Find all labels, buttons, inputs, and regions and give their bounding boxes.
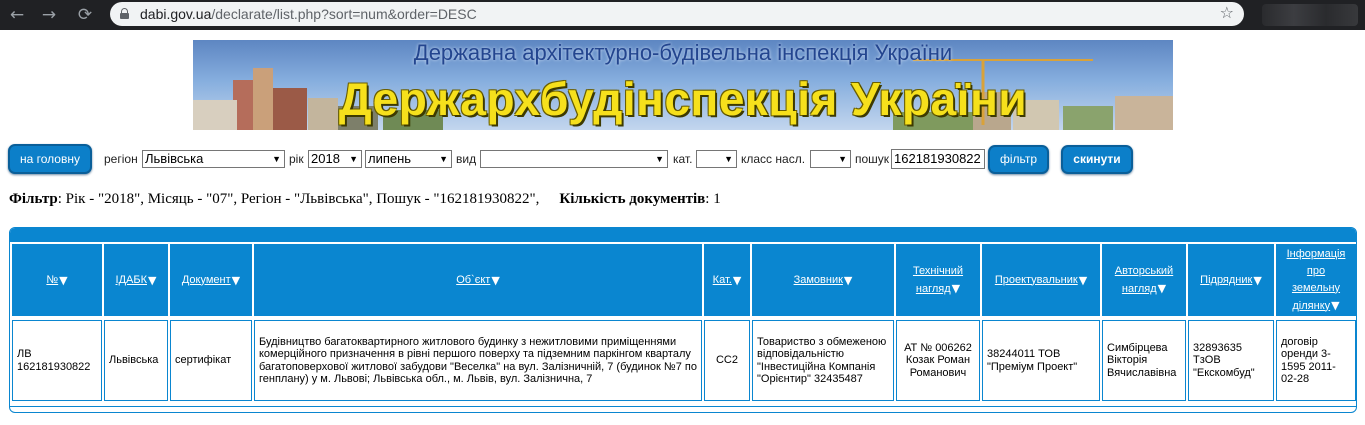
sort-arrow-icon: ▼ xyxy=(951,281,961,295)
sort-arrow-icon: ▼ xyxy=(231,273,241,287)
header-idabk[interactable]: ІДАБК ▼ xyxy=(104,244,168,316)
sort-arrow-icon: ▼ xyxy=(1157,281,1167,295)
count-title: Кількість документів xyxy=(559,191,706,207)
category-select[interactable]: ▼ xyxy=(696,150,737,168)
header-contractor[interactable]: Підрядник ▼ xyxy=(1188,244,1274,316)
year-label: рік xyxy=(289,152,304,166)
header-author-supervision[interactable]: Авторський нагляд▼ xyxy=(1102,244,1186,316)
filter-summary: Фільтр: Рік - "2018", Місяць - "07", Рег… xyxy=(9,191,721,208)
cell-contractor: 32893635 ТзОВ "Екскомбуд" xyxy=(1188,320,1274,401)
region-label: регіон xyxy=(104,152,138,166)
class-label: класс насл. xyxy=(741,152,806,166)
header-designer[interactable]: Проектувальник ▼ xyxy=(982,244,1100,316)
reload-icon[interactable]: ⟳ xyxy=(74,4,96,26)
back-icon[interactable]: ← xyxy=(6,4,28,26)
cell-category: СС2 xyxy=(704,320,750,401)
header-land-info[interactable]: Інформація про земельну ділянку▼ xyxy=(1276,244,1356,316)
header-number[interactable]: № ▼ xyxy=(12,244,102,316)
cell-land-info: договір оренди 3-1595 2011-02-28 xyxy=(1276,320,1356,401)
chevron-down-icon: ▼ xyxy=(349,154,358,164)
filter-text: : Рік - "2018", Місяць - "07", Регіон - … xyxy=(57,191,540,207)
forward-icon[interactable]: → xyxy=(38,4,60,26)
cell-number: ЛВ 162181930822 xyxy=(12,320,102,401)
chevron-down-icon: ▼ xyxy=(272,154,281,164)
banner-subtitle: Державна архітектурно-будівельна інспекц… xyxy=(413,40,953,65)
search-input[interactable]: 162181930822 xyxy=(891,149,985,169)
chevron-down-icon: ▼ xyxy=(838,154,847,164)
reset-button[interactable]: скинути xyxy=(1061,145,1133,174)
month-select[interactable]: липень ▼ xyxy=(365,150,452,168)
header-tech-supervision[interactable]: Технічний нагляд▼ xyxy=(896,244,980,316)
url-text[interactable]: dabi.gov.ua/declarate/list.php?sort=num&… xyxy=(140,6,477,22)
count-text: : 1 xyxy=(705,191,721,207)
extensions-area xyxy=(1262,4,1358,26)
region-select[interactable]: Львівська ▼ xyxy=(142,150,285,168)
category-label: кат. xyxy=(673,152,693,166)
sort-arrow-icon: ▼ xyxy=(732,273,742,287)
type-label: вид xyxy=(456,152,477,166)
sort-arrow-icon: ▼ xyxy=(1078,273,1088,287)
declarations-table: № ▼ ІДАБК ▼ Документ ▼ Об`єкт ▼ Кат. ▼ Замовн… xyxy=(9,227,1357,413)
lock-icon xyxy=(120,8,129,19)
cell-document: сертифікат xyxy=(170,320,252,401)
sort-arrow-icon: ▼ xyxy=(1331,298,1340,312)
cell-tech-supervision: АТ № 006262 Козак Роман Романович xyxy=(896,320,980,401)
header-object[interactable]: Об`єкт ▼ xyxy=(254,244,702,316)
browser-toolbar: ← → ⟳ dabi.gov.ua/declarate/list.php?sor… xyxy=(0,0,1365,30)
header-document[interactable]: Документ ▼ xyxy=(170,244,252,316)
class-select[interactable]: ▼ xyxy=(810,150,851,168)
type-select[interactable]: ▼ xyxy=(480,150,668,168)
filter-title: Фільтр xyxy=(9,191,58,207)
site-banner: Державна архітектурно-будівельна інспекц… xyxy=(193,40,1173,130)
home-button[interactable]: на головну xyxy=(8,144,92,174)
header-customer[interactable]: Замовник ▼ xyxy=(752,244,894,316)
cell-author-supervision: Симбірцева Вікторія Вячиславівна xyxy=(1102,320,1186,401)
cell-designer: 38244011 ТОВ "Преміум Проект" xyxy=(982,320,1100,401)
banner-title: Держархбудінспекція України xyxy=(338,73,1028,125)
header-category[interactable]: Кат. ▼ xyxy=(704,244,750,316)
cell-object: Будівництво багатоквартирного житлового … xyxy=(254,320,702,401)
cell-customer: Товариство з обмеженою відповідальністю … xyxy=(752,320,894,401)
filter-button[interactable]: фільтр xyxy=(988,145,1049,174)
bookmark-star-icon[interactable]: ☆ xyxy=(1220,3,1234,22)
search-label: пошук xyxy=(855,152,890,166)
sort-arrow-icon: ▼ xyxy=(843,273,853,287)
year-select[interactable]: 2018 ▼ xyxy=(308,150,362,168)
chevron-down-icon: ▼ xyxy=(655,154,664,164)
chevron-down-icon: ▼ xyxy=(439,154,448,164)
sort-arrow-icon: ▼ xyxy=(148,273,157,287)
sort-arrow-icon: ▼ xyxy=(491,273,500,287)
chevron-down-icon: ▼ xyxy=(724,154,733,164)
sort-arrow-icon: ▼ xyxy=(59,273,68,287)
cell-idabk: Львівська xyxy=(104,320,168,401)
sort-arrow-icon: ▼ xyxy=(1253,273,1262,287)
address-bar[interactable]: dabi.gov.ua/declarate/list.php?sort=num&… xyxy=(110,2,1244,26)
